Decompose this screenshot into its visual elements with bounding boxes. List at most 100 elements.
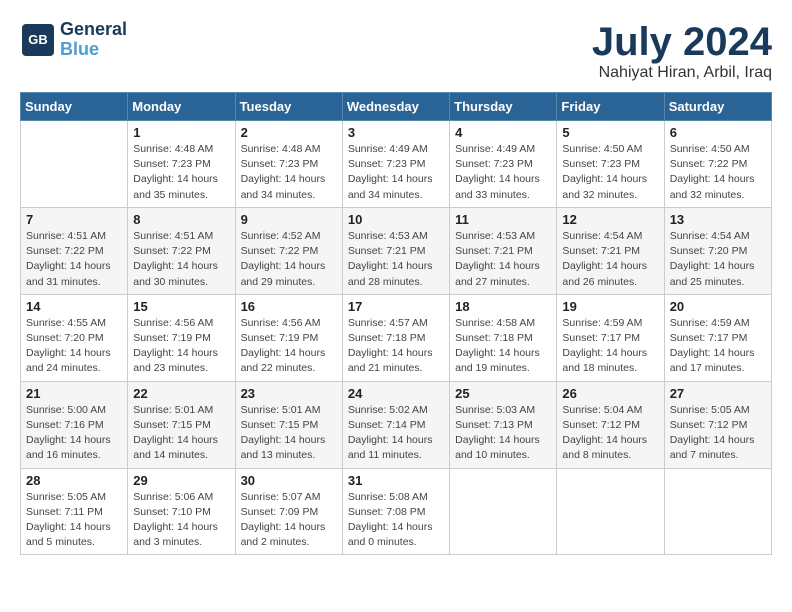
calendar-cell: 15Sunrise: 4:56 AMSunset: 7:19 PMDayligh… xyxy=(128,294,235,381)
calendar-cell xyxy=(450,468,557,555)
day-info: Sunrise: 4:50 AMSunset: 7:22 PMDaylight:… xyxy=(670,142,766,203)
day-header-wednesday: Wednesday xyxy=(342,93,449,121)
day-info: Sunrise: 4:56 AMSunset: 7:19 PMDaylight:… xyxy=(241,316,337,377)
day-number: 30 xyxy=(241,473,337,488)
day-info: Sunrise: 4:53 AMSunset: 7:21 PMDaylight:… xyxy=(348,229,444,290)
logo-line1: General xyxy=(60,20,127,40)
day-number: 23 xyxy=(241,386,337,401)
day-header-sunday: Sunday xyxy=(21,93,128,121)
title-block: July 2024 Nahiyat Hiran, Arbil, Iraq xyxy=(592,20,772,82)
day-info: Sunrise: 4:58 AMSunset: 7:18 PMDaylight:… xyxy=(455,316,551,377)
calendar-cell: 2Sunrise: 4:48 AMSunset: 7:23 PMDaylight… xyxy=(235,121,342,208)
day-info: Sunrise: 5:01 AMSunset: 7:15 PMDaylight:… xyxy=(241,403,337,464)
day-number: 1 xyxy=(133,125,229,140)
calendar-cell: 26 Sunrise: 5:04 AMSunset: 7:12 PMDayligh… xyxy=(557,381,664,468)
calendar-table: SundayMondayTuesdayWednesdayThursdayFrid… xyxy=(20,92,772,555)
day-info: Sunrise: 5:07 AMSunset: 7:09 PMDaylight:… xyxy=(241,490,337,551)
calendar-cell: 4Sunrise: 4:49 AMSunset: 7:23 PMDaylight… xyxy=(450,121,557,208)
day-number: 28 xyxy=(26,473,122,488)
calendar-cell: 19 Sunrise: 4:59 AMSunset: 7:17 PMDayligh… xyxy=(557,294,664,381)
day-number: 25 xyxy=(455,386,551,401)
day-info: Sunrise: 4:48 AMSunset: 7:23 PMDaylight:… xyxy=(241,142,337,203)
day-header-tuesday: Tuesday xyxy=(235,93,342,121)
day-number: 18 xyxy=(455,299,551,314)
calendar-cell: 17Sunrise: 4:57 AMSunset: 7:18 PMDayligh… xyxy=(342,294,449,381)
calendar-cell: 11Sunrise: 4:53 AMSunset: 7:21 PMDayligh… xyxy=(450,207,557,294)
calendar-cell: 12 Sunrise: 4:54 AMSunset: 7:21 PMDayligh… xyxy=(557,207,664,294)
day-number: 9 xyxy=(241,212,337,227)
day-number: 7 xyxy=(26,212,122,227)
calendar-cell: 29 Sunrise: 5:06 AMSunset: 7:10 PMDayligh… xyxy=(128,468,235,555)
calendar-cell: 23 Sunrise: 5:01 AMSunset: 7:15 PMDayligh… xyxy=(235,381,342,468)
day-info: Sunrise: 4:59 AMSunset: 7:17 PMDaylight:… xyxy=(562,316,658,377)
location: Nahiyat Hiran, Arbil, Iraq xyxy=(592,64,772,82)
day-number: 5 xyxy=(562,125,658,140)
day-info: Sunrise: 4:49 AMSunset: 7:23 PMDaylight:… xyxy=(455,142,551,203)
calendar-week-row: 1 Sunrise: 4:48 AMSunset: 7:23 PMDaylight… xyxy=(21,121,772,208)
day-number: 29 xyxy=(133,473,229,488)
day-info: Sunrise: 4:52 AMSunset: 7:22 PMDaylight:… xyxy=(241,229,337,290)
day-info: Sunrise: 4:59 AMSunset: 7:17 PMDaylight:… xyxy=(670,316,766,377)
svg-text:GB: GB xyxy=(28,32,48,47)
day-info: Sunrise: 4:49 AMSunset: 7:23 PMDaylight:… xyxy=(348,142,444,203)
day-info: Sunrise: 5:05 AMSunset: 7:12 PMDaylight:… xyxy=(670,403,766,464)
calendar-cell xyxy=(664,468,771,555)
calendar-cell xyxy=(21,121,128,208)
calendar-cell: 14Sunrise: 4:55 AMSunset: 7:20 PMDayligh… xyxy=(21,294,128,381)
day-header-thursday: Thursday xyxy=(450,93,557,121)
day-number: 15 xyxy=(133,299,229,314)
day-number: 19 xyxy=(562,299,658,314)
calendar-cell: 8Sunrise: 4:51 AMSunset: 7:22 PMDaylight… xyxy=(128,207,235,294)
calendar-cell: 22Sunrise: 5:01 AMSunset: 7:15 PMDayligh… xyxy=(128,381,235,468)
day-info: Sunrise: 4:54 AMSunset: 7:21 PMDaylight:… xyxy=(562,229,658,290)
day-number: 22 xyxy=(133,386,229,401)
calendar-cell: 5 Sunrise: 4:50 AMSunset: 7:23 PMDaylight… xyxy=(557,121,664,208)
day-info: Sunrise: 5:05 AMSunset: 7:11 PMDaylight:… xyxy=(26,490,122,551)
day-number: 13 xyxy=(670,212,766,227)
day-number: 10 xyxy=(348,212,444,227)
calendar-cell xyxy=(557,468,664,555)
day-info: Sunrise: 5:03 AMSunset: 7:13 PMDaylight:… xyxy=(455,403,551,464)
calendar-week-row: 14Sunrise: 4:55 AMSunset: 7:20 PMDayligh… xyxy=(21,294,772,381)
day-number: 12 xyxy=(562,212,658,227)
day-info: Sunrise: 5:08 AMSunset: 7:08 PMDaylight:… xyxy=(348,490,444,551)
day-header-monday: Monday xyxy=(128,93,235,121)
day-info: Sunrise: 4:51 AMSunset: 7:22 PMDaylight:… xyxy=(26,229,122,290)
day-info: Sunrise: 4:50 AMSunset: 7:23 PMDaylight:… xyxy=(562,142,658,203)
day-info: Sunrise: 5:06 AMSunset: 7:10 PMDaylight:… xyxy=(133,490,229,551)
day-info: Sunrise: 4:48 AMSunset: 7:23 PMDaylight:… xyxy=(133,142,229,203)
day-info: Sunrise: 4:57 AMSunset: 7:18 PMDaylight:… xyxy=(348,316,444,377)
day-number: 31 xyxy=(348,473,444,488)
day-info: Sunrise: 5:04 AMSunset: 7:12 PMDaylight:… xyxy=(562,403,658,464)
calendar-header-row: SundayMondayTuesdayWednesdayThursdayFrid… xyxy=(21,93,772,121)
day-info: Sunrise: 4:55 AMSunset: 7:20 PMDaylight:… xyxy=(26,316,122,377)
calendar-cell: 28 Sunrise: 5:05 AMSunset: 7:11 PMDayligh… xyxy=(21,468,128,555)
day-number: 27 xyxy=(670,386,766,401)
day-number: 16 xyxy=(241,299,337,314)
calendar-cell: 20 Sunrise: 4:59 AMSunset: 7:17 PMDayligh… xyxy=(664,294,771,381)
calendar-cell: 16 Sunrise: 4:56 AMSunset: 7:19 PMDayligh… xyxy=(235,294,342,381)
day-number: 26 xyxy=(562,386,658,401)
calendar-cell: 31 Sunrise: 5:08 AMSunset: 7:08 PMDayligh… xyxy=(342,468,449,555)
calendar-cell: 10 Sunrise: 4:53 AMSunset: 7:21 PMDayligh… xyxy=(342,207,449,294)
day-number: 8 xyxy=(133,212,229,227)
calendar-cell: 24Sunrise: 5:02 AMSunset: 7:14 PMDayligh… xyxy=(342,381,449,468)
day-info: Sunrise: 5:02 AMSunset: 7:14 PMDaylight:… xyxy=(348,403,444,464)
day-info: Sunrise: 4:54 AMSunset: 7:20 PMDaylight:… xyxy=(670,229,766,290)
calendar-cell: 27 Sunrise: 5:05 AMSunset: 7:12 PMDayligh… xyxy=(664,381,771,468)
logo: GB General Blue xyxy=(20,20,127,60)
calendar-cell: 25 Sunrise: 5:03 AMSunset: 7:13 PMDayligh… xyxy=(450,381,557,468)
day-info: Sunrise: 4:53 AMSunset: 7:21 PMDaylight:… xyxy=(455,229,551,290)
day-number: 6 xyxy=(670,125,766,140)
calendar-week-row: 21Sunrise: 5:00 AMSunset: 7:16 PMDayligh… xyxy=(21,381,772,468)
page-header: GB General Blue July 2024 Nahiyat Hiran,… xyxy=(20,20,772,82)
day-header-friday: Friday xyxy=(557,93,664,121)
calendar-cell: 1 Sunrise: 4:48 AMSunset: 7:23 PMDaylight… xyxy=(128,121,235,208)
month-title: July 2024 xyxy=(592,20,772,64)
calendar-cell: 13 Sunrise: 4:54 AMSunset: 7:20 PMDayligh… xyxy=(664,207,771,294)
calendar-week-row: 7 Sunrise: 4:51 AMSunset: 7:22 PMDaylight… xyxy=(21,207,772,294)
calendar-cell: 18 Sunrise: 4:58 AMSunset: 7:18 PMDayligh… xyxy=(450,294,557,381)
day-number: 20 xyxy=(670,299,766,314)
calendar-cell: 9 Sunrise: 4:52 AMSunset: 7:22 PMDaylight… xyxy=(235,207,342,294)
calendar-week-row: 28 Sunrise: 5:05 AMSunset: 7:11 PMDayligh… xyxy=(21,468,772,555)
